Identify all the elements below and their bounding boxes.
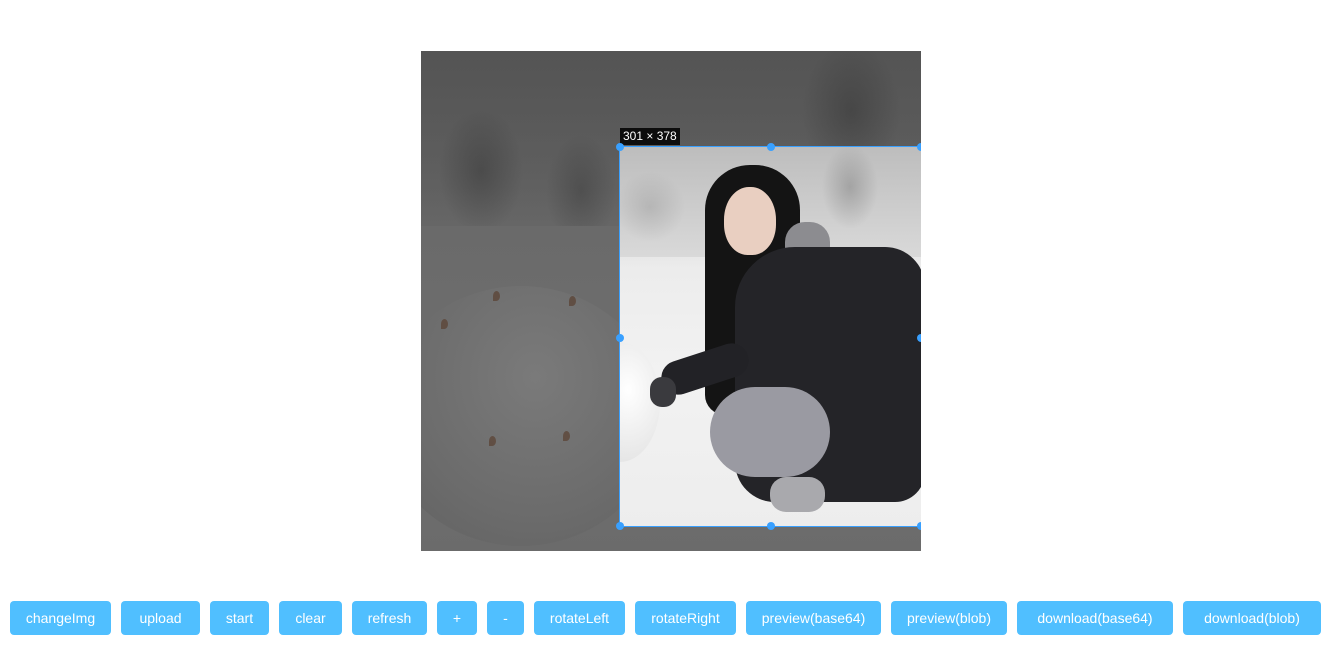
leaf-shape bbox=[489, 436, 496, 446]
resize-handle-bottom-right[interactable] bbox=[917, 522, 921, 530]
download-blob-button[interactable]: download(blob) bbox=[1183, 601, 1321, 635]
upload-button[interactable]: upload bbox=[121, 601, 200, 635]
resize-handle-bottom[interactable] bbox=[767, 522, 775, 530]
download-base64-button[interactable]: download(base64) bbox=[1017, 601, 1173, 635]
resize-handle-right[interactable] bbox=[917, 334, 921, 342]
start-button[interactable]: start bbox=[210, 601, 269, 635]
person-glove-left bbox=[650, 377, 676, 407]
clear-button[interactable]: clear bbox=[279, 601, 342, 635]
change-img-button[interactable]: changeImg bbox=[10, 601, 111, 635]
person-pants bbox=[710, 387, 830, 477]
resize-handle-top[interactable] bbox=[767, 143, 775, 151]
leaf-shape bbox=[441, 319, 448, 329]
person-face bbox=[724, 187, 776, 255]
leaf-shape bbox=[569, 296, 576, 306]
rotate-right-button[interactable]: rotateRight bbox=[635, 601, 736, 635]
leaf-shape bbox=[493, 291, 500, 301]
resize-handle-bottom-left[interactable] bbox=[616, 522, 624, 530]
rotate-left-button[interactable]: rotateLeft bbox=[534, 601, 625, 635]
person-glove bbox=[770, 477, 825, 512]
resize-handle-left[interactable] bbox=[616, 334, 624, 342]
resize-handle-top-right[interactable] bbox=[917, 143, 921, 151]
resize-handle-top-left[interactable] bbox=[616, 143, 624, 151]
leaf-shape bbox=[563, 431, 570, 441]
preview-blob-button[interactable]: preview(blob) bbox=[891, 601, 1007, 635]
crop-size-label: 301 × 378 bbox=[620, 128, 680, 145]
zoom-out-button[interactable]: - bbox=[487, 601, 524, 635]
image-cropper[interactable]: 301 × 378 bbox=[421, 51, 921, 551]
zoom-in-button[interactable]: + bbox=[437, 601, 477, 635]
preview-base64-button[interactable]: preview(base64) bbox=[746, 601, 881, 635]
refresh-button[interactable]: refresh bbox=[352, 601, 427, 635]
crop-selection-box[interactable] bbox=[619, 146, 921, 527]
